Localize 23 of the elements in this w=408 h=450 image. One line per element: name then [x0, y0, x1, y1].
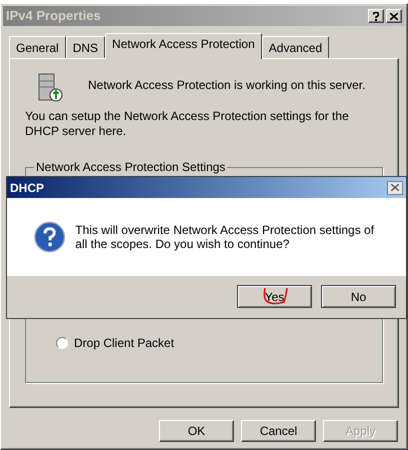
status-text: Network Access Protection is working on this server.: [88, 77, 366, 94]
window-title: IPv4 Properties: [6, 7, 101, 26]
radio-option[interactable]: Drop Client Packet: [56, 334, 382, 352]
tab[interactable]: General: [9, 36, 66, 58]
server-icon: [38, 73, 64, 103]
close-icon: [391, 184, 399, 191]
help-button[interactable]: [368, 9, 384, 23]
dialog-button[interactable]: Yes: [237, 285, 312, 308]
close-icon: [390, 12, 398, 20]
question-icon: [34, 220, 66, 254]
message-text: This will overwrite Network Access Protection settings of all the scopes. Do you wish to continue?: [75, 223, 376, 251]
dialog-button[interactable]: Cancel: [241, 420, 316, 442]
dialog-button[interactable]: No: [321, 285, 396, 308]
radio-button[interactable]: [56, 337, 68, 349]
tab[interactable]: Advanced: [262, 36, 330, 58]
tab[interactable]: Network Access Protection: [105, 33, 262, 59]
dialog-button[interactable]: OK: [159, 420, 234, 442]
group-title: Network Access Protection Settings: [34, 160, 228, 174]
help-icon: [373, 12, 379, 20]
tab[interactable]: DNS: [66, 36, 106, 58]
description-text: You can setup the Network Access Protection settings for the DHCP server here.: [25, 109, 350, 139]
close-button[interactable]: [387, 180, 403, 194]
message-title: DHCP: [10, 180, 44, 196]
